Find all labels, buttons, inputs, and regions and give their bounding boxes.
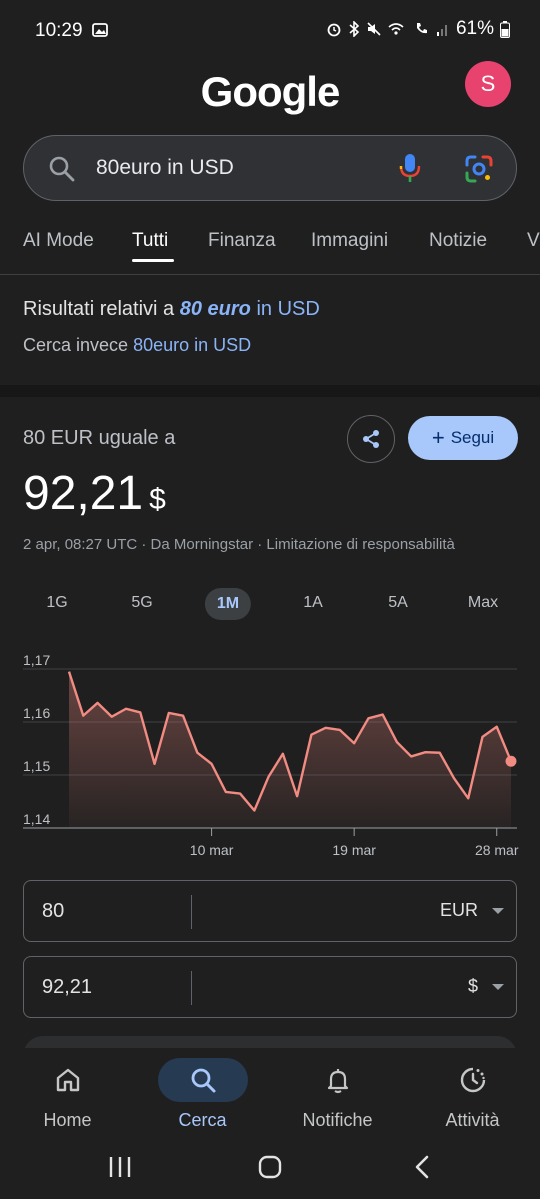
signal-icon (436, 25, 447, 36)
system-navigation (0, 1140, 540, 1199)
status-time: 10:29 (35, 20, 83, 41)
nav-activity[interactable]: Attività (405, 1048, 540, 1131)
field-separator (191, 895, 192, 929)
status-bar: 10:29 61% (0, 0, 540, 60)
section-divider (0, 385, 540, 397)
nav-home[interactable]: Home (0, 1048, 135, 1131)
nav-activity-label: Attività (445, 1110, 500, 1130)
google-logo[interactable]: Google (0, 68, 540, 116)
to-amount-input[interactable]: 92,21 (42, 976, 92, 999)
tab-immagini[interactable]: Immagini (311, 230, 388, 252)
nav-search-pill (157, 1058, 248, 1102)
converter-equals-label: 80 EUR uguale a (23, 427, 176, 449)
spelling-correction: Risultati relativi a 80 euro in USD Cerc… (23, 298, 320, 356)
range-5g[interactable]: 5G (131, 594, 152, 612)
y-tick-label: 1,15 (23, 758, 50, 774)
results-for-line: Risultati relativi a 80 euro in USD (23, 298, 320, 321)
recent-apps-icon[interactable] (107, 1154, 133, 1180)
tab-notizie[interactable]: Notizie (429, 230, 487, 252)
range-5a[interactable]: 5A (388, 594, 408, 612)
gallery-icon (92, 23, 108, 37)
y-tick-label: 1,14 (23, 811, 50, 827)
chart-area (69, 671, 511, 828)
results-for-prefix: Risultati relativi a (23, 298, 175, 320)
search-instead-line: Cerca invece 80euro in USD (23, 335, 320, 356)
source-attribution: 2 apr, 08:27 UTC · Da Morningstar · Limi… (23, 536, 455, 553)
lens-icon[interactable] (464, 154, 494, 184)
range-1g[interactable]: 1G (46, 594, 67, 612)
search-bar[interactable]: 80euro in USD (23, 135, 517, 201)
range-1m[interactable]: 1M (204, 588, 252, 620)
field-separator (191, 971, 192, 1005)
follow-label: Segui (450, 428, 495, 447)
nav-search[interactable]: Cerca (135, 1048, 270, 1131)
x-tick-label: 10 mar (190, 842, 234, 858)
result-currency: $ (149, 483, 166, 516)
back-icon[interactable] (410, 1154, 436, 1180)
home-button-icon[interactable] (257, 1154, 283, 1180)
share-button[interactable] (347, 415, 395, 463)
time-range-selector: 1G 5G 1M 1A 5A Max (0, 588, 540, 622)
nav-home-pill (23, 1058, 113, 1102)
exchange-rate-chart[interactable]: 1,17 1,16 1,15 1,14 10 mar 19 mar 28 mar (0, 650, 540, 865)
y-tick-label: 1,17 (23, 652, 50, 668)
nav-home-label: Home (43, 1110, 92, 1130)
from-amount-input[interactable]: 80 (42, 900, 64, 923)
x-tick-label: 19 mar (332, 842, 376, 858)
search-tabs: AI Mode Tutti Finanza Immagini Notizie V (0, 220, 540, 275)
corrected-rest-link[interactable]: in USD (256, 298, 319, 320)
home-icon (56, 1068, 79, 1092)
bell-icon (327, 1069, 348, 1094)
nav-notifications-label: Notifiche (302, 1110, 373, 1130)
corrected-term-link[interactable]: 80 euro (180, 298, 251, 320)
x-tick-label: 28 mar (475, 842, 519, 858)
share-icon (363, 430, 379, 448)
status-icons: 61% (326, 18, 510, 40)
call-icon (416, 23, 427, 34)
tab-more[interactable]: V (527, 230, 540, 252)
search-instead-prefix: Cerca invece (23, 335, 129, 355)
nav-search-label: Cerca (178, 1110, 227, 1130)
range-1a[interactable]: 1A (303, 594, 323, 612)
plus-icon: + (431, 425, 445, 450)
from-currency-select[interactable]: EUR (440, 900, 478, 921)
search-icon (191, 1068, 215, 1093)
bluetooth-icon (349, 21, 360, 37)
tab-finanza[interactable]: Finanza (208, 230, 276, 252)
follow-button[interactable]: + Segui (408, 416, 518, 460)
y-tick-label: 1,16 (23, 705, 50, 721)
alarm-icon (327, 23, 341, 37)
to-amount-row: 92,21 $ (23, 956, 517, 1018)
nav-activity-pill (428, 1058, 518, 1102)
bottom-navigation: Home Cerca Notifiche Attività (0, 1048, 540, 1140)
conversion-result: 92,21 $ (23, 466, 166, 521)
caret-down-icon[interactable] (492, 984, 504, 990)
battery-icon (500, 20, 510, 38)
account-avatar[interactable]: S (465, 61, 511, 107)
to-currency-select[interactable]: $ (468, 976, 478, 997)
active-tab-indicator (132, 259, 174, 262)
nav-notifications[interactable]: Notifiche (270, 1048, 405, 1131)
tab-tutti[interactable]: Tutti (132, 230, 168, 252)
mic-icon[interactable] (399, 152, 421, 184)
from-amount-row: 80 EUR (23, 880, 517, 942)
nav-notifications-pill (293, 1058, 383, 1102)
search-instead-link[interactable]: 80euro in USD (133, 335, 251, 355)
search-input[interactable]: 80euro in USD (96, 156, 234, 180)
search-icon (49, 156, 75, 182)
mute-icon (367, 22, 381, 36)
result-value: 92,21 (23, 467, 144, 520)
wifi-calling-icon (388, 23, 404, 35)
range-max[interactable]: Max (468, 594, 498, 612)
caret-down-icon[interactable] (492, 908, 504, 914)
chart-last-point (505, 755, 517, 767)
activity-icon (460, 1067, 485, 1093)
tab-ai-mode[interactable]: AI Mode (23, 230, 94, 252)
battery-percent: 61% (455, 18, 494, 39)
